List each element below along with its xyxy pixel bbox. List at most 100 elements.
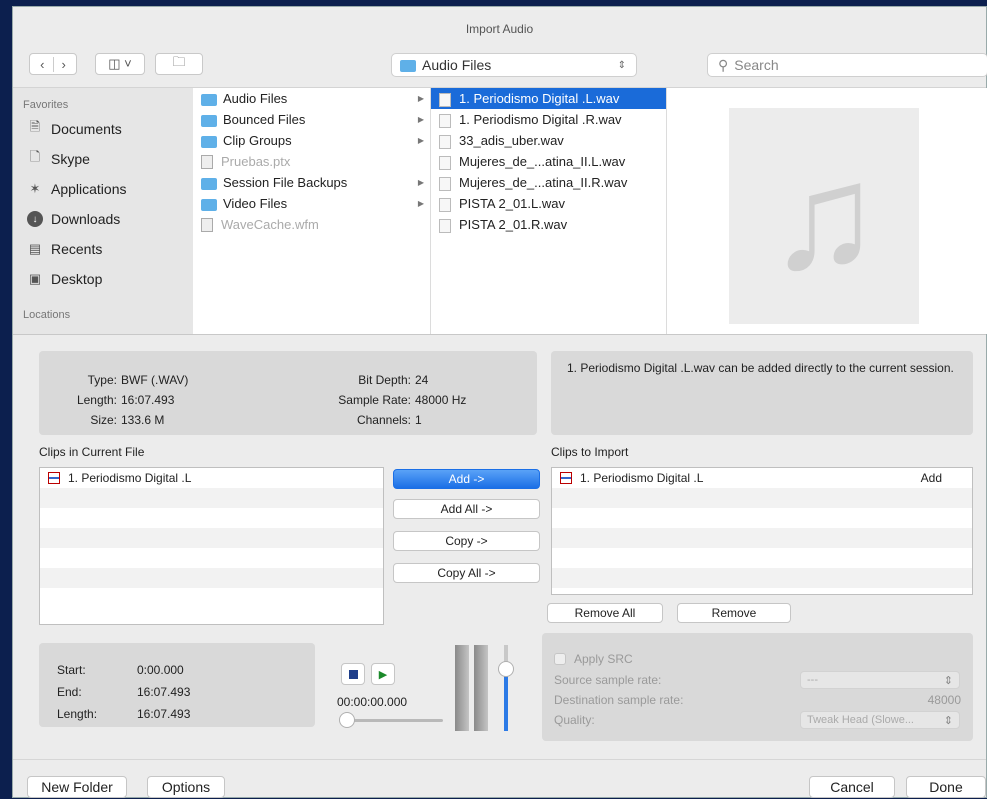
list-item[interactable]: PISTA 2_01.L.wav — [431, 193, 666, 214]
remove-all-button[interactable]: Remove All — [547, 603, 663, 623]
audio-file-icon — [439, 218, 451, 233]
list-item[interactable]: 1. Periodismo Digital .L.wav — [431, 88, 666, 109]
remove-button[interactable]: Remove — [677, 603, 791, 623]
list-item[interactable]: WaveCache.wfm — [193, 214, 430, 235]
clip-name: 1. Periodismo Digital .L — [580, 471, 704, 485]
clip-icon — [560, 472, 572, 484]
item-label: 1. Periodismo Digital .R.wav — [459, 112, 622, 127]
list-item[interactable]: Audio Files ▶ — [193, 88, 430, 109]
location-popup[interactable]: Audio Files ⇕ — [391, 53, 637, 77]
chevron-right-icon: ▶ — [417, 115, 424, 124]
source-rate-select[interactable]: --- ⇕ — [800, 671, 960, 689]
quality-select[interactable]: Tweak Head (Slowe... ⇕ — [800, 711, 960, 729]
back-icon[interactable]: ‹ — [32, 56, 54, 72]
folder-icon — [201, 177, 217, 190]
playback-time: 00:00:00.000 — [337, 695, 408, 709]
status-message: 1. Periodismo Digital .L.wav can be adde… — [551, 351, 973, 435]
list-item[interactable]: PISTA 2_01.R.wav — [431, 214, 666, 235]
item-label: Mujeres_de_...atina_II.R.wav — [459, 175, 628, 190]
favorites-header: Favorites — [23, 99, 69, 111]
item-label: WaveCache.wfm — [221, 217, 319, 232]
new-folder-toolbar-button[interactable]: 🗀 — [155, 53, 203, 75]
start-label: Start: — [57, 663, 86, 677]
updown-icon: ⇕ — [943, 714, 953, 727]
item-label: 1. Periodismo Digital .L.wav — [459, 91, 620, 106]
new-folder-icon: 🗀 — [172, 54, 186, 69]
stop-button[interactable] — [341, 663, 365, 685]
sidebar-item-skype[interactable]: 🗋 Skype — [13, 144, 193, 174]
done-button[interactable]: Done — [906, 776, 986, 798]
copy-button[interactable]: Copy -> — [393, 531, 540, 551]
list-item[interactable]: Mujeres_de_...atina_II.L.wav — [431, 151, 666, 172]
list-item[interactable]: 33_adis_uber.wav — [431, 130, 666, 151]
folder-icon — [201, 135, 217, 148]
table-row — [40, 568, 383, 588]
table-row — [552, 528, 972, 548]
list-item[interactable]: Clip Groups ▶ — [193, 130, 430, 151]
copy-all-button[interactable]: Copy All -> — [393, 563, 540, 583]
preview-pane: ♫ — [667, 88, 987, 334]
sidebar-item-applications[interactable]: ✶ Applications — [13, 174, 193, 204]
new-folder-button[interactable]: New Folder — [27, 776, 127, 798]
search-placeholder: Search — [734, 57, 779, 73]
apply-src-checkbox[interactable] — [554, 653, 566, 665]
item-label: Mujeres_de_...atina_II.L.wav — [459, 154, 626, 169]
sidebar-item-label: Downloads — [51, 211, 121, 227]
table-row[interactable]: 1. Periodismo Digital .L — [40, 468, 383, 488]
sidebar-item-desktop[interactable]: ▣ Desktop — [13, 264, 193, 294]
sidebar-item-label: Applications — [51, 181, 127, 197]
list-item[interactable]: Pruebas.ptx — [193, 151, 430, 172]
table-row — [40, 528, 383, 548]
play-button[interactable]: ▶ — [371, 663, 395, 685]
time-info-panel: Start: 0:00.000 End: 16:07.493 Length: 1… — [39, 643, 315, 727]
forward-icon[interactable]: › — [54, 57, 74, 72]
view-mode-button[interactable]: ◫ ˅ — [95, 53, 145, 75]
sidebar-item-recents[interactable]: ▤ Recents — [13, 234, 193, 264]
stop-icon — [348, 669, 358, 679]
list-item[interactable]: 1. Periodismo Digital .R.wav — [431, 109, 666, 130]
length-label: Length: — [57, 707, 98, 721]
size-label: Size: — [90, 413, 117, 427]
table-row — [552, 568, 972, 588]
playback-slider-thumb[interactable] — [339, 712, 355, 728]
location-label: Audio Files — [422, 57, 492, 73]
search-icon: ⚲ — [718, 56, 729, 73]
music-note-icon: ♫ — [729, 108, 919, 324]
file-info-panel: Type: BWF (.WAV) Length: 16:07.493 Size:… — [39, 351, 537, 435]
applications-icon: ✶ — [29, 181, 41, 196]
channels-value: 1 — [415, 413, 422, 427]
list-item[interactable]: Video Files ▶ — [193, 193, 430, 214]
size-value: 133.6 M — [121, 413, 165, 427]
volume-slider-track[interactable] — [504, 645, 508, 731]
type-value: BWF (.WAV) — [121, 373, 189, 387]
clips-import-title: Clips to Import — [551, 445, 629, 459]
end-value: 16:07.493 — [137, 685, 191, 699]
file-icon — [201, 154, 213, 169]
add-all-button[interactable]: Add All -> — [393, 499, 540, 519]
clips-import-list[interactable]: 1. Periodismo Digital .L Add — [551, 467, 973, 595]
sidebar-item-documents[interactable]: 🗎 Documents — [13, 114, 193, 144]
add-button[interactable]: Add -> — [393, 469, 540, 489]
src-panel: Apply SRC Source sample rate: --- ⇕ Desti… — [542, 633, 973, 741]
table-row — [40, 508, 383, 528]
search-field[interactable]: ⚲ Search — [707, 53, 987, 77]
chevron-right-icon: ▶ — [417, 178, 424, 187]
sidebar-item-label: Skype — [51, 151, 90, 167]
options-button[interactable]: Options — [147, 776, 225, 798]
list-item[interactable]: Session File Backups ▶ — [193, 172, 430, 193]
document-icon: 🗋 — [29, 149, 41, 164]
back-forward-buttons[interactable]: ‹ › — [29, 53, 77, 75]
clips-current-list[interactable]: 1. Periodismo Digital .L — [39, 467, 384, 625]
playback-slider-track[interactable] — [343, 719, 443, 722]
sidebar-item-downloads[interactable]: ↓ Downloads — [13, 204, 193, 234]
item-label: Audio Files — [223, 91, 288, 106]
recents-icon: ▤ — [28, 241, 42, 256]
columns-view-icon: ◫ ˅ — [108, 56, 132, 71]
source-rate-label: Source sample rate: — [554, 673, 662, 687]
table-row[interactable]: 1. Periodismo Digital .L Add — [552, 468, 972, 488]
list-item[interactable]: Bounced Files ▶ — [193, 109, 430, 130]
volume-slider-thumb[interactable] — [498, 661, 514, 677]
cancel-button[interactable]: Cancel — [809, 776, 895, 798]
list-item[interactable]: Mujeres_de_...atina_II.R.wav — [431, 172, 666, 193]
apply-src-label: Apply SRC — [574, 652, 633, 666]
